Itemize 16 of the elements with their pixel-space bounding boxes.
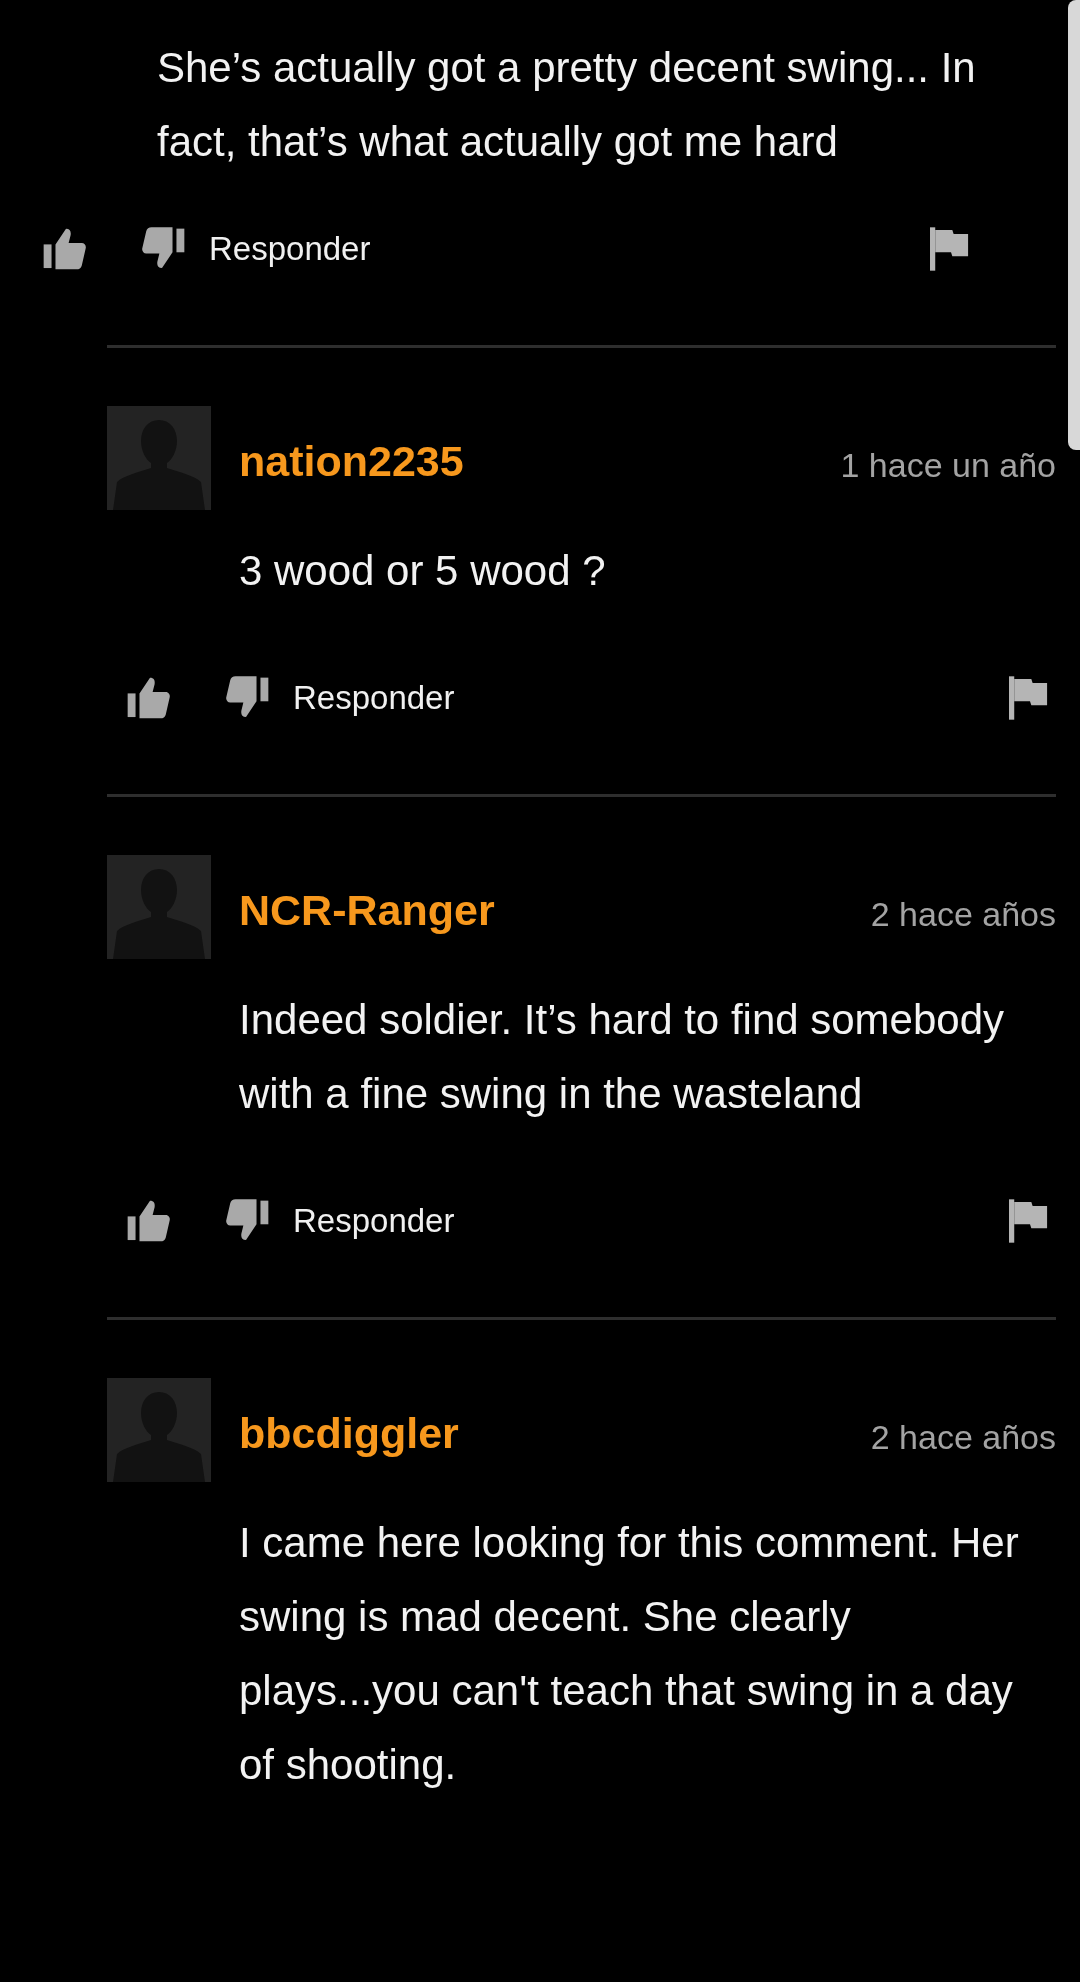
comment-text: She’s actually got a pretty decent swing... In fact, that’s what actually got me hard [157,43,977,167]
reply-button[interactable]: Responder [209,230,371,268]
comment-text: I came here looking for this comment. Her swing is mad decent. She clearly plays...you can't teach that swing in a day of shooting. [239,1518,1020,1790]
username-link[interactable]: NCR-Ranger [239,885,871,935]
comment-time: 2 hace años [870,895,1056,934]
comment-text: Indeed soldier. It’s hard to find somebody with a fine swing in the wasteland [239,995,1006,1119]
avatar-icon [107,1378,211,1482]
username-link[interactable]: bbcdiggler [239,1408,871,1458]
avatar-icon [107,855,211,959]
reply-button[interactable]: Responder [293,679,455,717]
comment-text: 3 wood or 5 wood ? [239,546,607,596]
comment-time: 2 hace años [870,1418,1056,1457]
comment-time: 1 hace un año [840,446,1056,485]
username-link[interactable]: nation2235 [239,436,841,486]
reply-button[interactable]: Responder [293,1202,455,1240]
avatar-icon [107,406,211,510]
